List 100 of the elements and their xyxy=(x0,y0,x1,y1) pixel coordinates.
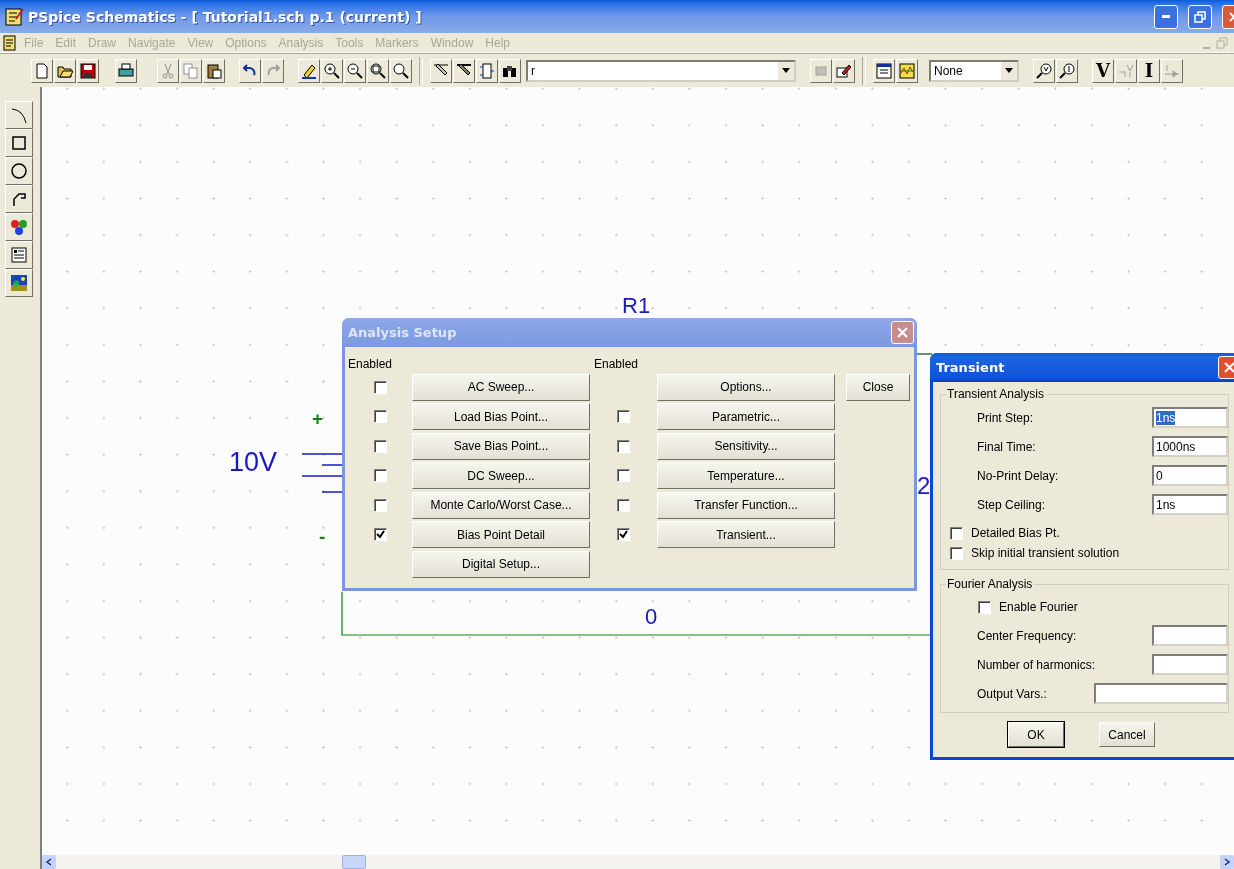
toolbar-button[interactable] xyxy=(1056,58,1078,83)
new-file-icon xyxy=(34,62,50,79)
checkbox[interactable] xyxy=(617,410,630,423)
close-icon xyxy=(897,327,908,338)
dialog-title: Transient xyxy=(936,360,1005,375)
input-field[interactable] xyxy=(1152,625,1228,646)
pencil-icon xyxy=(836,62,852,79)
app-icon xyxy=(4,6,24,27)
toolbar-button[interactable] xyxy=(390,58,412,83)
part-name-combo[interactable]: r xyxy=(526,59,796,82)
toolbar-button[interactable] xyxy=(54,58,76,83)
close-button[interactable]: Close xyxy=(846,373,910,401)
toolbar-button[interactable] xyxy=(203,58,225,83)
zoom-out-icon xyxy=(347,62,363,79)
toolbar-button[interactable] xyxy=(298,58,320,83)
checkbox[interactable] xyxy=(617,469,630,482)
input-field[interactable] xyxy=(1152,654,1228,675)
image-icon xyxy=(10,274,28,292)
option-label: Detailed Bias Pt. xyxy=(971,526,1060,540)
node-label: 0 xyxy=(645,606,658,628)
checkbox[interactable] xyxy=(617,528,630,541)
input-field[interactable]: 1ns xyxy=(1152,407,1228,428)
window-title: PSpice Schematics - [ Tutorial1.sch p.1 (current) ] xyxy=(28,8,423,25)
ok-button[interactable]: OK xyxy=(1008,722,1064,747)
field-label: No-Print Delay: xyxy=(976,468,1060,483)
copy-icon xyxy=(183,62,199,79)
pin-number: 2 xyxy=(917,474,931,498)
group-title: Transient Analysis xyxy=(946,387,1046,401)
checkbox[interactable] xyxy=(978,600,991,614)
toolbar-button[interactable] xyxy=(453,58,475,83)
minimize-icon xyxy=(1162,15,1170,18)
analysis-button[interactable]: Digital Setup... xyxy=(412,550,590,578)
toolbar-button[interactable] xyxy=(367,58,389,83)
toolbar-button[interactable] xyxy=(833,58,855,83)
analysis-button[interactable]: DC Sweep... xyxy=(412,462,590,489)
analysis-button[interactable]: Load Bias Point... xyxy=(412,403,590,430)
check-icon xyxy=(619,530,628,539)
analysis-button[interactable]: Parametric... xyxy=(657,403,835,430)
input-field[interactable]: 1000ns xyxy=(1152,436,1228,457)
checkbox[interactable] xyxy=(950,526,963,540)
toolbar-button[interactable] xyxy=(430,58,452,83)
analysis-button[interactable]: Temperature... xyxy=(657,462,835,489)
horizontal-scrollbar[interactable] xyxy=(42,855,1234,869)
marker-combo[interactable]: None xyxy=(929,59,1019,82)
toolbar-button[interactable] xyxy=(1033,58,1055,83)
current-marker-button[interactable]: I xyxy=(1138,58,1160,83)
analysis-button[interactable]: Save Bias Point... xyxy=(412,432,590,460)
checkbox[interactable] xyxy=(373,528,387,541)
palette-button[interactable] xyxy=(5,185,33,213)
wire xyxy=(916,353,932,356)
checkbox[interactable] xyxy=(617,439,630,453)
scroll-thumb[interactable] xyxy=(342,855,366,869)
analysis-button[interactable]: Options... xyxy=(657,373,835,401)
dialog-title: Analysis Setup xyxy=(348,325,457,340)
caret-icon xyxy=(1005,68,1013,73)
checkbox[interactable] xyxy=(373,498,387,512)
checkbox[interactable] xyxy=(373,469,387,482)
column-heading: Enabled xyxy=(348,357,394,371)
toolbar-button[interactable] xyxy=(499,58,521,83)
palette-button[interactable] xyxy=(5,269,33,297)
palette-button[interactable] xyxy=(5,213,33,241)
palette-button[interactable] xyxy=(5,129,33,157)
toolbar-button[interactable] xyxy=(873,58,895,83)
plus-sign: + xyxy=(312,409,324,428)
document-icon xyxy=(2,34,18,51)
checkbox[interactable] xyxy=(373,439,387,453)
analysis-button[interactable]: Transient... xyxy=(657,521,835,548)
checkbox[interactable] xyxy=(373,410,387,423)
analysis-button[interactable]: Transfer Function... xyxy=(657,491,835,519)
cancel-button[interactable]: Cancel xyxy=(1099,722,1155,747)
palette-button[interactable] xyxy=(5,101,33,129)
restore-button[interactable] xyxy=(1188,4,1212,29)
schematic-canvas[interactable] xyxy=(42,87,1234,855)
palette-button[interactable] xyxy=(5,157,33,185)
close-button[interactable] xyxy=(891,321,914,344)
field-label: Print Step: xyxy=(976,410,1035,425)
input-field[interactable]: 0 xyxy=(1152,465,1228,486)
zoom-in-icon xyxy=(324,62,340,79)
toolbar-button[interactable] xyxy=(321,58,343,83)
check-icon xyxy=(375,530,385,539)
voltage-marker-button[interactable]: V xyxy=(1092,58,1114,83)
analysis-button[interactable]: Bias Point Detail xyxy=(412,521,590,548)
checkbox[interactable] xyxy=(950,546,963,560)
toolbar-button[interactable] xyxy=(344,58,366,83)
input-field[interactable]: 1ns xyxy=(1152,494,1228,515)
polyline-icon xyxy=(10,190,28,208)
toolbar-button[interactable] xyxy=(115,58,137,83)
input-field[interactable] xyxy=(1094,683,1228,704)
toolbar-button[interactable] xyxy=(239,58,261,83)
checkbox[interactable] xyxy=(617,498,630,512)
analysis-button[interactable]: Monte Carlo/Worst Case... xyxy=(412,491,590,519)
minimize-button[interactable] xyxy=(1154,4,1178,29)
analysis-button[interactable]: Sensitivity... xyxy=(657,432,835,460)
checkbox[interactable] xyxy=(373,380,387,394)
window-icon xyxy=(876,62,892,79)
analysis-button[interactable]: AC Sweep... xyxy=(412,373,590,401)
printer-icon xyxy=(118,62,134,79)
minimize-icon xyxy=(1203,46,1210,49)
toolbar-button[interactable] xyxy=(77,58,99,83)
field-label: Final Time: xyxy=(976,439,1037,454)
